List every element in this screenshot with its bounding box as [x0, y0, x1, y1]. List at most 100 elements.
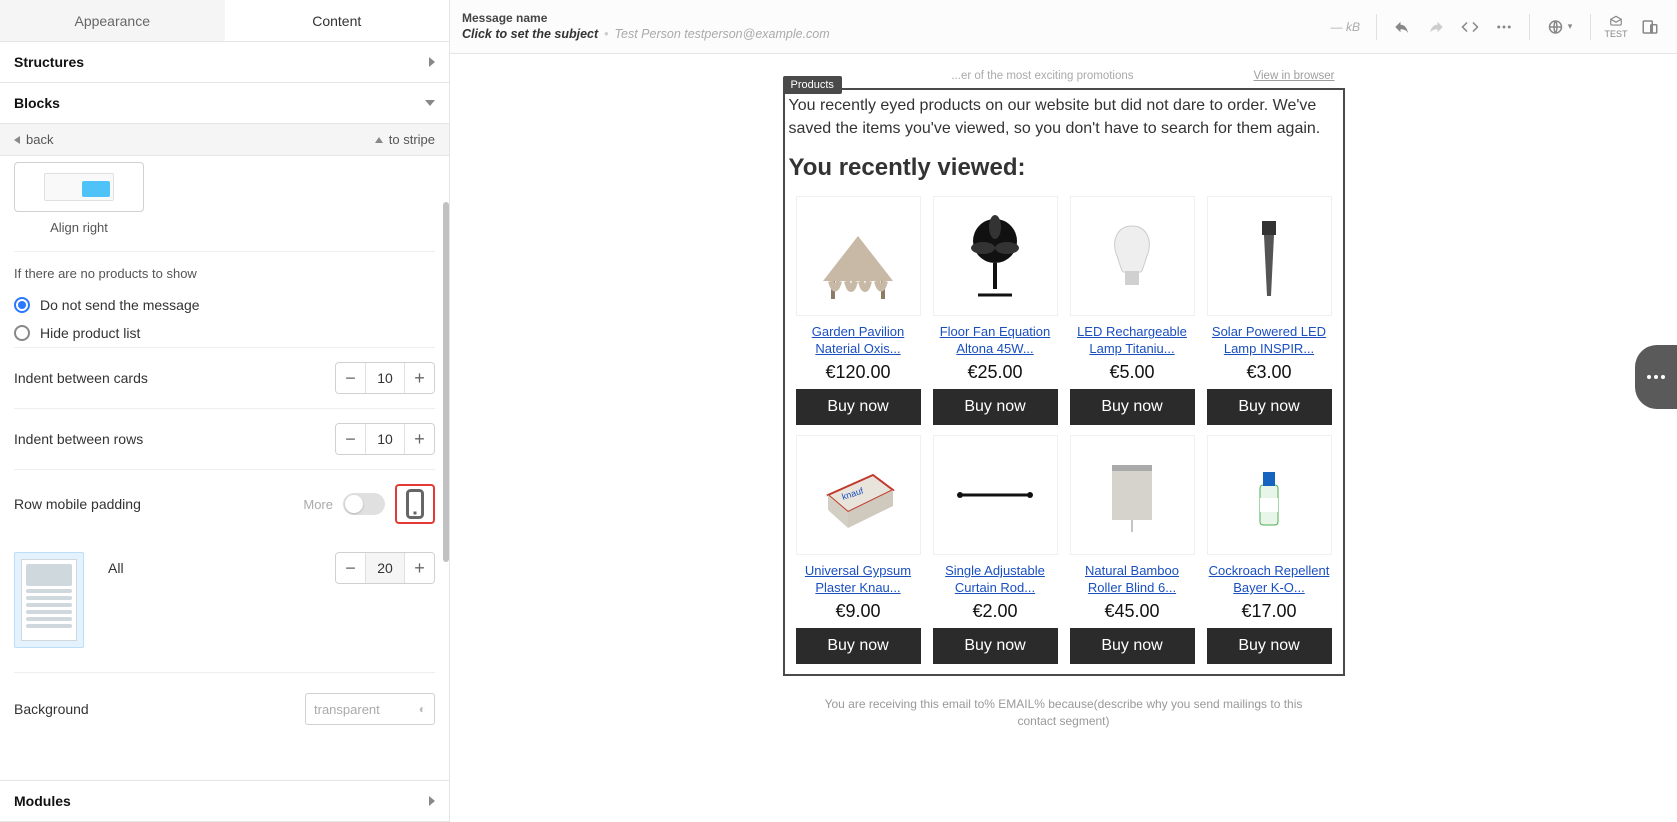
product-thumb[interactable] — [933, 196, 1058, 316]
radio-do-not-send[interactable]: Do not send the message — [14, 291, 435, 319]
product-title-link[interactable]: Garden Pavilion Naterial Oxis... — [795, 324, 922, 358]
message-subject[interactable]: Click to set the subject — [462, 26, 598, 42]
radio-hide-list[interactable]: Hide product list — [14, 319, 435, 347]
indent-rows-stepper[interactable]: − + — [335, 423, 435, 455]
undo-button[interactable] — [1387, 12, 1417, 42]
breadcrumb-stripe-label: to stripe — [389, 132, 435, 147]
product-thumb[interactable] — [796, 196, 921, 316]
separator — [1590, 14, 1591, 40]
settings-panel: Appearance Content Structures Blocks bac… — [0, 0, 450, 822]
code-button[interactable] — [1455, 12, 1485, 42]
view-in-browser-link[interactable]: View in browser — [1254, 70, 1335, 82]
padding-all-stepper[interactable]: − + — [335, 552, 435, 584]
product-card: Cockroach Repellent Bayer K-O...€17.00Bu… — [1206, 435, 1333, 664]
indent-cards-stepper[interactable]: − + — [335, 362, 435, 394]
product-title-link[interactable]: Single Adjustable Curtain Rod... — [932, 563, 1059, 597]
buy-now-button[interactable]: Buy now — [1207, 628, 1332, 664]
top-actions: — kB ▾ TEST — [1331, 12, 1665, 42]
dots-icon — [1647, 375, 1665, 379]
section-blocks-label: Blocks — [14, 95, 60, 111]
preview-devices-button[interactable] — [1635, 12, 1665, 42]
product-price: €5.00 — [1109, 362, 1154, 383]
more-toggle[interactable] — [343, 493, 385, 515]
stepper-minus[interactable]: − — [336, 424, 366, 454]
product-title-link[interactable]: LED Rechargeable Lamp Titaniu... — [1069, 324, 1196, 358]
product-thumb[interactable] — [1070, 196, 1195, 316]
side-toggle-button[interactable] — [1635, 345, 1677, 409]
redo-button[interactable] — [1421, 12, 1451, 42]
chevron-left-icon — [14, 136, 20, 144]
align-caption: Align right — [14, 220, 144, 235]
language-button[interactable]: ▾ — [1540, 12, 1580, 42]
row-mobile-padding-label: Row mobile padding — [14, 496, 141, 512]
test-label: TEST — [1604, 30, 1627, 39]
products-block[interactable]: Products You recently eyed products on o… — [783, 88, 1345, 676]
product-card: Natural Bamboo Roller Blind 6... €45.00 Bu… — [1069, 435, 1196, 664]
product-card: Floor Fan Equation Altona 45W...€25.00Bu… — [932, 196, 1059, 425]
product-thumb[interactable] — [1207, 435, 1332, 555]
stepper-minus[interactable]: − — [336, 363, 366, 393]
stepper-plus[interactable]: + — [404, 424, 434, 454]
product-price: €9.00 — [835, 601, 880, 622]
phone-icon — [397, 486, 433, 522]
chevron-right-icon — [429, 57, 435, 67]
more-button[interactable] — [1489, 12, 1519, 42]
product-thumb[interactable] — [933, 435, 1058, 555]
more-label: More — [303, 497, 333, 512]
chevron-down-icon — [425, 100, 435, 106]
stepper-minus[interactable]: − — [336, 553, 366, 583]
product-title-link[interactable]: Floor Fan Equation Altona 45W... — [932, 324, 1059, 358]
section-blocks[interactable]: Blocks — [0, 83, 449, 124]
background-input[interactable]: transparent ◐ — [305, 693, 435, 725]
product-thumb[interactable] — [796, 435, 921, 555]
indent-rows-input[interactable] — [366, 424, 404, 454]
product-card: Single Adjustable Curtain Rod...€2.00Buy… — [932, 435, 1059, 664]
align-option[interactable]: Align right — [14, 162, 435, 235]
section-modules[interactable]: Modules — [0, 780, 449, 822]
product-title-link[interactable]: Natural Bamboo Roller Blind 6... — [1069, 563, 1196, 597]
product-title-link[interactable]: Universal Gypsum Plaster Knau... — [795, 563, 922, 597]
breadcrumb-to-stripe[interactable]: to stripe — [375, 132, 435, 147]
buy-now-button[interactable]: Buy now — [1070, 628, 1195, 664]
product-title-link[interactable]: Cockroach Repellent Bayer K-O... — [1206, 563, 1333, 597]
product-price: €120.00 — [825, 362, 890, 383]
message-name[interactable]: Message name — [462, 11, 830, 27]
breadcrumb-bar: back to stripe — [0, 124, 449, 156]
product-price: €3.00 — [1246, 362, 1291, 383]
stepper-plus[interactable]: + — [404, 363, 434, 393]
email-canvas: ...er of the most exciting promotions Vi… — [450, 54, 1677, 822]
buy-now-button[interactable]: Buy now — [1207, 389, 1332, 425]
eyedropper-icon: ◐ — [419, 702, 426, 716]
indent-cards-label: Indent between cards — [14, 370, 148, 386]
buy-now-button[interactable]: Buy now — [796, 628, 921, 664]
breadcrumb-back-label: back — [26, 132, 53, 147]
products-badge: Products — [783, 76, 842, 94]
mobile-padding-highlight[interactable] — [395, 484, 435, 524]
padding-preview — [14, 552, 84, 648]
section-structures[interactable]: Structures — [0, 42, 449, 83]
product-thumb[interactable] — [1207, 196, 1332, 316]
buy-now-button[interactable]: Buy now — [796, 389, 921, 425]
chevron-up-icon — [375, 137, 383, 143]
product-card: Garden Pavilion Naterial Oxis... €120.00 B… — [795, 196, 922, 425]
buy-now-button[interactable]: Buy now — [1070, 389, 1195, 425]
indent-cards-input[interactable] — [366, 363, 404, 393]
recently-viewed-heading: You recently viewed: — [789, 154, 1341, 182]
breadcrumb-back[interactable]: back — [14, 132, 53, 147]
tab-content[interactable]: Content — [225, 0, 450, 41]
buy-now-button[interactable]: Buy now — [933, 628, 1058, 664]
product-title-link[interactable]: Solar Powered LED Lamp INSPIR... — [1206, 324, 1333, 358]
tab-appearance[interactable]: Appearance — [0, 0, 225, 41]
chevron-right-icon — [429, 796, 435, 806]
stepper-plus[interactable]: + — [404, 553, 434, 583]
product-price: €45.00 — [1104, 601, 1159, 622]
editor-top-bar: Message name Click to set the subject • … — [450, 0, 1677, 54]
buy-now-button[interactable]: Buy now — [933, 389, 1058, 425]
email-footer: You are receiving this email to% EMAIL% … — [783, 696, 1345, 730]
panel-scrollbar[interactable] — [441, 42, 449, 822]
email-preview: ...er of the most exciting promotions Vi… — [783, 68, 1345, 822]
intro-text: You recently eyed products on our websit… — [787, 94, 1341, 140]
test-button[interactable]: TEST — [1601, 12, 1631, 42]
padding-all-input[interactable] — [366, 553, 404, 583]
product-thumb[interactable] — [1070, 435, 1195, 555]
